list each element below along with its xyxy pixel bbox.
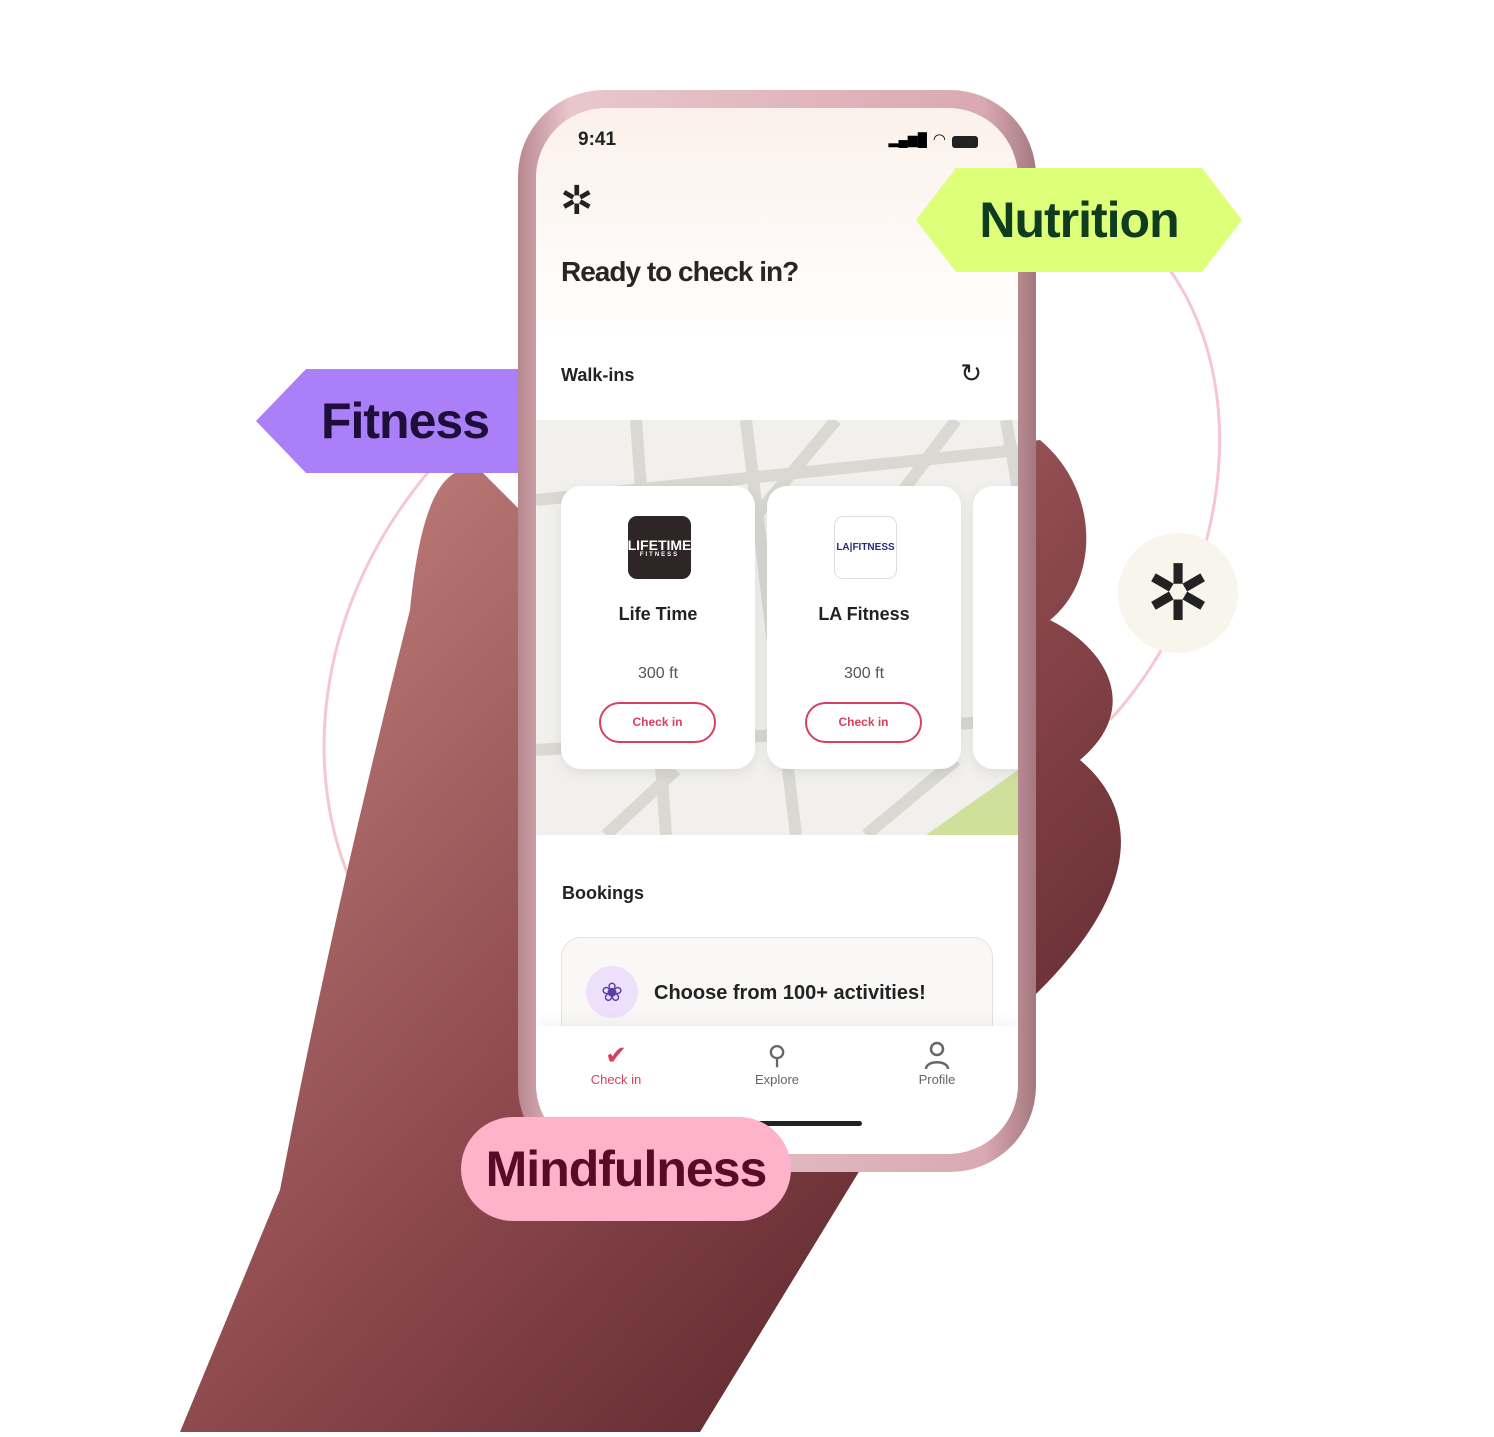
check-in-button[interactable]: Check in — [599, 702, 716, 743]
logo-text: LIFETIME — [628, 536, 691, 553]
gym-distance: 300 ft — [843, 665, 885, 682]
bookings-label: Bookings — [562, 883, 645, 903]
gym-name: LA Fitness — [818, 604, 910, 624]
lifetime-logo: LIFETIME FITNESS — [628, 516, 691, 579]
status-time: 9:41 — [578, 129, 617, 150]
gym-card[interactable]: LIFETIME FITNESS Life Time 300 ft Check i… — [561, 486, 755, 769]
page-title: Ready to check in? — [561, 256, 799, 287]
gym-card-partial[interactable] — [973, 486, 1018, 769]
signal-icon: ▂▄▆█ — [888, 132, 927, 147]
location-check-icon: ✔ — [605, 1040, 627, 1070]
lafitness-logo: LA|FITNESS — [834, 516, 897, 579]
check-in-button[interactable]: Check in — [805, 702, 922, 743]
nutrition-tag: Nutrition — [979, 192, 1179, 248]
gym-distance: 300 ft — [637, 665, 679, 682]
gym-card[interactable]: LA|FITNESS LA Fitness 300 ft Check in — [767, 486, 961, 769]
nav-profile[interactable]: Profile — [877, 1038, 997, 1098]
fitness-tag: Fitness — [320, 393, 490, 449]
refresh-icon[interactable]: ↻ — [960, 358, 982, 388]
pinwheel-icon: ✲ — [560, 179, 594, 223]
walkins-label: Walk-ins — [561, 365, 635, 385]
nav-label: Check in — [590, 1072, 642, 1087]
status-icons: ▂▄▆█ ◠ — [888, 130, 978, 148]
logo-subtext: FITNESS — [639, 551, 680, 558]
activities-text: Choose from 100+ activities! — [654, 982, 926, 1004]
nav-label: Profile — [918, 1072, 956, 1087]
nav-explore[interactable]: ⚲ Explore — [717, 1038, 837, 1098]
mindfulness-tag: Mindfulness — [461, 1117, 791, 1221]
map-view[interactable]: LIFETIME FITNESS Life Time 300 ft Check i… — [536, 420, 1018, 835]
walkins-section: Walk-ins ↻ — [536, 330, 1018, 420]
wifi-icon: ◠ — [932, 131, 946, 148]
nav-label: Explore — [754, 1072, 800, 1087]
search-icon: ⚲ — [767, 1040, 787, 1070]
pinwheel-badge-icon: ✲ — [1118, 533, 1238, 653]
user-icon — [877, 1038, 997, 1072]
nav-check-in[interactable]: ✔ Check in — [556, 1038, 676, 1098]
gym-name: Life Time — [618, 604, 698, 624]
lotus-icon: ❀ — [586, 966, 638, 1018]
battery-icon — [952, 136, 978, 148]
